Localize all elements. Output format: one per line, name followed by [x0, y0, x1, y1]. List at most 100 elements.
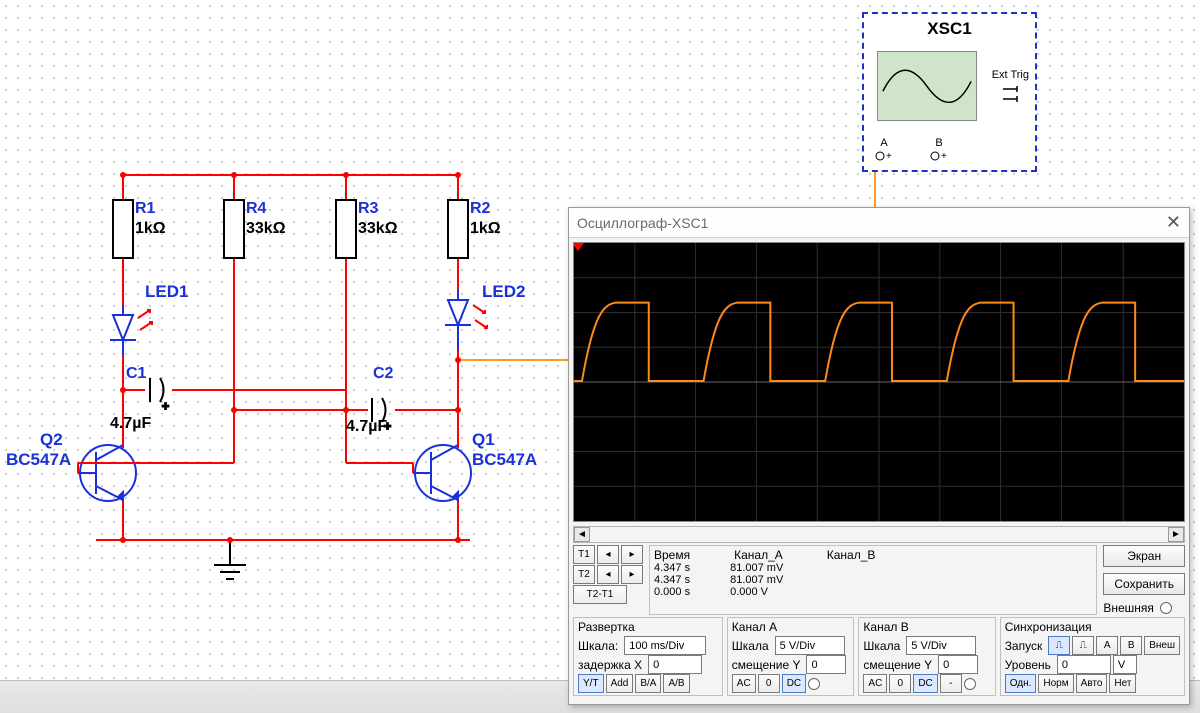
tdt-ca: 0.000 V — [730, 586, 768, 598]
svg-text:+: + — [886, 151, 892, 162]
oscilloscope-instrument[interactable]: XSC1 Ext Trig A + B + — [862, 12, 1037, 172]
cha-ac-button[interactable]: AC — [732, 674, 756, 693]
ref-R4[interactable]: R4 — [246, 200, 266, 218]
falling-edge-icon[interactable]: ⎍ — [1072, 636, 1094, 655]
dlg-title-text: Осциллограф-XSC1 — [577, 215, 708, 231]
oscilloscope-window[interactable]: Осциллограф-XSC1 ✕ ◄ ► — [568, 207, 1190, 705]
val-C2: 4.7µF — [346, 418, 387, 436]
close-icon[interactable]: ✕ — [1166, 212, 1181, 233]
t1-left-btn[interactable]: ◂ — [597, 545, 619, 564]
tb-xdelay-label: задержка X — [578, 658, 646, 672]
trg-level-unit[interactable]: V — [1113, 655, 1137, 674]
hdr-cb: Канал_B — [827, 548, 880, 562]
chb-scale-field[interactable]: 5 V/Div — [906, 636, 976, 655]
tb-scale-field[interactable]: 100 ms/Div — [624, 636, 706, 655]
scroll-left-icon[interactable]: ◄ — [574, 527, 590, 542]
tdt-time: 0.000 s — [654, 586, 690, 598]
t2-time: 4.347 s — [654, 574, 690, 586]
port-a-icon: + — [874, 149, 894, 163]
hdr-time: Время — [654, 548, 694, 562]
chb-probe-radio[interactable] — [964, 678, 976, 690]
t1-right-btn[interactable]: ▸ — [621, 545, 643, 564]
screen-button[interactable]: Экран — [1103, 545, 1185, 567]
rising-edge-icon[interactable]: ⎍ — [1048, 636, 1070, 655]
xsc-mini-screen — [877, 51, 977, 121]
chb-title: Канал B — [863, 620, 990, 634]
ref-Q2[interactable]: Q2 — [40, 430, 63, 450]
ext-label: Внешняя — [1103, 601, 1158, 615]
cha-scale-label: Шкала — [732, 639, 773, 653]
ab-button[interactable]: A/B — [663, 674, 689, 693]
cursor-T2-label: T2 — [573, 565, 595, 584]
cha-yoff-label: смещение Y — [732, 658, 805, 672]
t2-right-btn[interactable]: ▸ — [621, 565, 643, 584]
trg-a-button[interactable]: A — [1096, 636, 1118, 655]
trg-launch-label: Запуск — [1005, 639, 1047, 653]
scope-hscroll[interactable]: ◄ ► — [573, 526, 1185, 543]
chb-0-button[interactable]: 0 — [889, 674, 911, 693]
trg-ext-button[interactable]: Внеш — [1144, 636, 1180, 655]
scroll-right-icon[interactable]: ► — [1168, 527, 1184, 542]
cha-0-button[interactable]: 0 — [758, 674, 780, 693]
t2-left-btn[interactable]: ◂ — [597, 565, 619, 584]
save-button[interactable]: Сохранить — [1103, 573, 1185, 595]
cha-title: Канал A — [732, 620, 850, 634]
cursor-marker-icon[interactable] — [573, 243, 584, 251]
ref-C2[interactable]: C2 — [373, 365, 393, 383]
val-R3: 33kΩ — [358, 220, 398, 238]
hdr-ca: Канал_A — [734, 548, 787, 562]
chb-yoff-label: смещение Y — [863, 658, 936, 672]
trg-title: Синхронизация — [1005, 620, 1180, 634]
dlg-titlebar[interactable]: Осциллограф-XSC1 ✕ — [569, 208, 1189, 238]
cha-scale-field[interactable]: 5 V/Div — [775, 636, 845, 655]
trg-level-label: Уровень — [1005, 658, 1055, 672]
ref-C1[interactable]: C1 — [126, 365, 146, 383]
ext-trig-port-icon — [1003, 86, 1027, 104]
tb-scale-label: Шкала: — [578, 639, 622, 653]
external-radio[interactable] — [1160, 602, 1172, 614]
yt-button[interactable]: Y/T — [578, 674, 604, 693]
add-button[interactable]: Add — [606, 674, 634, 693]
ba-button[interactable]: B/A — [635, 674, 661, 693]
cha-probe-radio[interactable] — [808, 678, 820, 690]
chb-minus-button[interactable]: - — [940, 674, 962, 693]
trg-normal-button[interactable]: Норм — [1038, 674, 1073, 693]
val-C1: 4.7µF — [110, 415, 151, 433]
trg-auto-button[interactable]: Авто — [1076, 674, 1108, 693]
trg-none-button[interactable]: Нет — [1109, 674, 1136, 693]
val-R2: 1kΩ — [470, 220, 501, 238]
t1-ca: 81.007 mV — [730, 562, 783, 574]
xsc-name: XSC1 — [864, 19, 1035, 39]
t2-ca: 81.007 mV — [730, 574, 783, 586]
trg-b-button[interactable]: B — [1120, 636, 1142, 655]
val-R1: 1kΩ — [135, 220, 166, 238]
cha-yoff-field[interactable]: 0 — [806, 655, 846, 674]
svg-text:+: + — [162, 399, 169, 413]
val-R4: 33kΩ — [246, 220, 286, 238]
port-b-icon: + — [929, 149, 949, 163]
svg-text:+: + — [941, 151, 947, 162]
trg-level-field[interactable]: 0 — [1057, 655, 1111, 674]
cursor-T1-label: T1 — [573, 545, 595, 564]
chb-ac-button[interactable]: AC — [863, 674, 887, 693]
cursor-TdT-label: T2-T1 — [573, 585, 627, 604]
ref-R1[interactable]: R1 — [135, 200, 155, 218]
scope-display[interactable] — [573, 242, 1185, 522]
port-b-label: B — [929, 137, 949, 149]
port-a-label: A — [874, 137, 894, 149]
ref-Q1[interactable]: Q1 — [472, 430, 495, 450]
timebase-title: Развертка — [578, 620, 718, 634]
cha-dc-button[interactable]: DC — [782, 674, 806, 693]
chb-yoff-field[interactable]: 0 — [938, 655, 978, 674]
chb-dc-button[interactable]: DC — [913, 674, 937, 693]
ref-R3[interactable]: R3 — [358, 200, 378, 218]
ref-LED2[interactable]: LED2 — [482, 282, 525, 302]
ref-LED1[interactable]: LED1 — [145, 282, 188, 302]
tb-xdelay-field[interactable]: 0 — [648, 655, 702, 674]
xsc-ext-trig: Ext Trig — [992, 69, 1029, 81]
model-Q2: BC547A — [6, 450, 71, 470]
model-Q1: BC547A — [472, 450, 537, 470]
trg-single-button[interactable]: Одн. — [1005, 674, 1037, 693]
ref-R2[interactable]: R2 — [470, 200, 490, 218]
t1-time: 4.347 s — [654, 562, 690, 574]
